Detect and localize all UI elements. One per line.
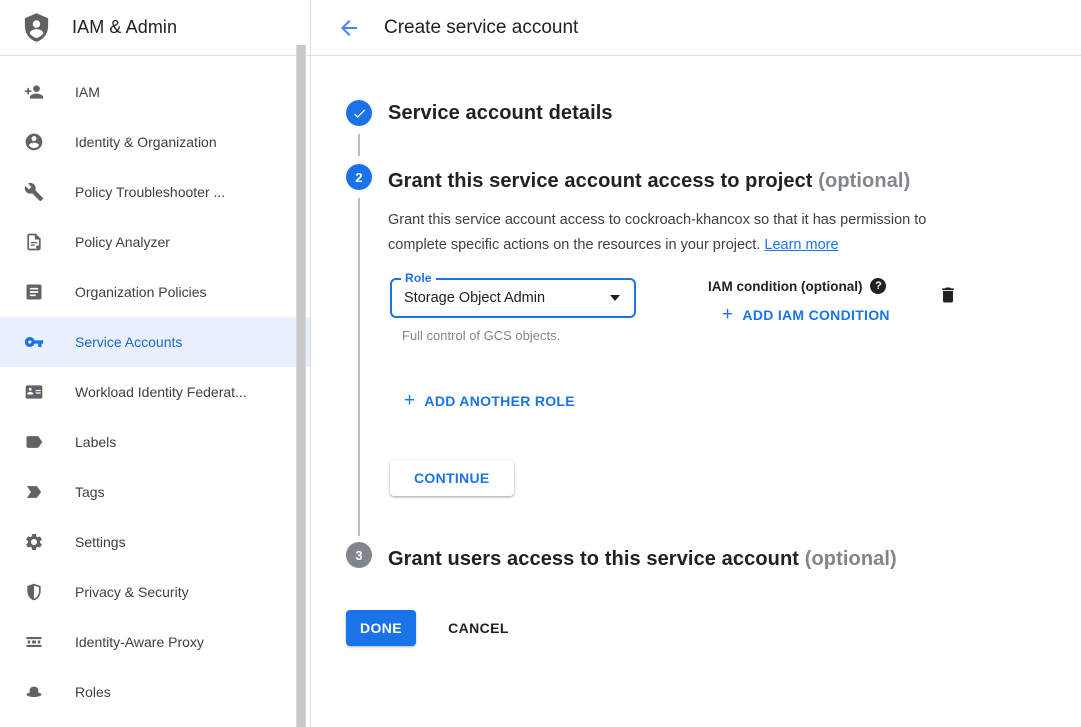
proxy-stripes-icon [24,632,44,652]
plus-icon: + [404,391,415,410]
help-icon[interactable]: ? [870,278,886,294]
badge-card-icon [24,382,44,402]
sidebar-item-labels[interactable]: Labels [0,417,310,467]
tag-arrow-icon [24,482,44,502]
add-another-role-button[interactable]: + ADD ANOTHER ROLE [404,391,575,410]
cancel-button[interactable]: CANCEL [448,620,509,636]
page-title: Create service account [384,17,578,39]
step2-title: Grant this service account access to pro… [388,170,813,192]
role-dropdown[interactable]: Role Storage Object Admin [390,278,636,318]
learn-more-link[interactable]: Learn more [764,237,838,253]
sidebar-item-identity-aware-proxy[interactable]: Identity-Aware Proxy [0,617,310,667]
shield-person-icon [21,12,52,43]
step2-optional-label: (optional) [818,170,910,192]
iam-condition-column: IAM condition (optional) ? + ADD IAM CON… [708,278,890,324]
iam-condition-label: IAM condition (optional) [708,279,862,294]
shield-half-icon [24,582,44,602]
step2-description: Grant this service account access to coc… [388,208,980,258]
form-actions: DONE CANCEL [346,610,1081,646]
done-button[interactable]: DONE [346,610,416,646]
main-content: Service account details 2 Grant this ser… [311,56,1081,727]
label-icon [24,432,44,452]
person-add-icon [24,82,44,102]
role-field-label: Role [401,271,436,285]
sidebar-item-policy-analyzer[interactable]: Policy Analyzer [0,217,310,267]
step2-connector-line [358,198,360,536]
key-icon [24,332,44,352]
step2-body: Grant this service account access to coc… [346,198,1081,536]
role-helper-text: Full control of GCS objects. [390,328,636,343]
chevron-down-icon [610,295,620,301]
continue-button[interactable]: CONTINUE [390,460,514,496]
sidebar-item-identity-organization[interactable]: Identity & Organization [0,117,310,167]
top-bar: IAM & Admin Create service account [0,0,1081,56]
sidebar-item-iam[interactable]: IAM [0,67,310,117]
page-header: Create service account [311,0,1081,55]
step1-title: Service account details [388,100,613,126]
step-service-account-details: Service account details [346,100,1081,126]
sidebar-item-policy-troubleshooter[interactable]: Policy Troubleshooter ... [0,167,310,217]
step3-number-badge: 3 [346,542,372,568]
step2-number-badge: 2 [346,164,372,190]
role-field-value: Storage Object Admin [404,290,545,306]
account-circle-icon [24,132,44,152]
app-header: IAM & Admin [0,0,311,55]
app-title: IAM & Admin [72,17,177,38]
add-iam-condition-button[interactable]: + ADD IAM CONDITION [722,305,890,324]
gear-icon [24,532,44,552]
wrench-icon [24,182,44,202]
sidebar-item-workload-identity-federat[interactable]: Workload Identity Federat... [0,367,310,417]
sidebar-item-settings[interactable]: Settings [0,517,310,567]
sidebar-item-tags[interactable]: Tags [0,467,310,517]
policy-doc-icon [24,232,44,252]
sidebar-item-service-accounts[interactable]: Service Accounts [0,317,310,367]
delete-role-button[interactable] [938,285,958,305]
step-grant-access-to-project: 2 Grant this service account access to p… [346,164,1081,198]
plus-icon: + [722,305,733,324]
sidebar-item-roles[interactable]: Roles [0,667,310,717]
step-connector [346,126,1081,164]
step3-optional-label: (optional) [805,548,897,570]
trash-icon [938,285,958,305]
step1-complete-check-icon [346,100,372,126]
sidebar-item-organization-policies[interactable]: Organization Policies [0,267,310,317]
sidebar-nav: IAM Identity & Organization Policy Troub… [0,56,311,727]
hat-icon [24,682,44,702]
sidebar-scrollbar[interactable] [296,45,306,727]
article-icon [24,282,44,302]
arrow-back-icon[interactable] [337,16,361,40]
sidebar-item-privacy-security[interactable]: Privacy & Security [0,567,310,617]
step-grant-users-access: 3 Grant users access to this service acc… [346,542,1081,576]
step3-title: Grant users access to this service accou… [388,548,799,570]
role-column: Role Storage Object Admin Full control o… [390,278,636,343]
